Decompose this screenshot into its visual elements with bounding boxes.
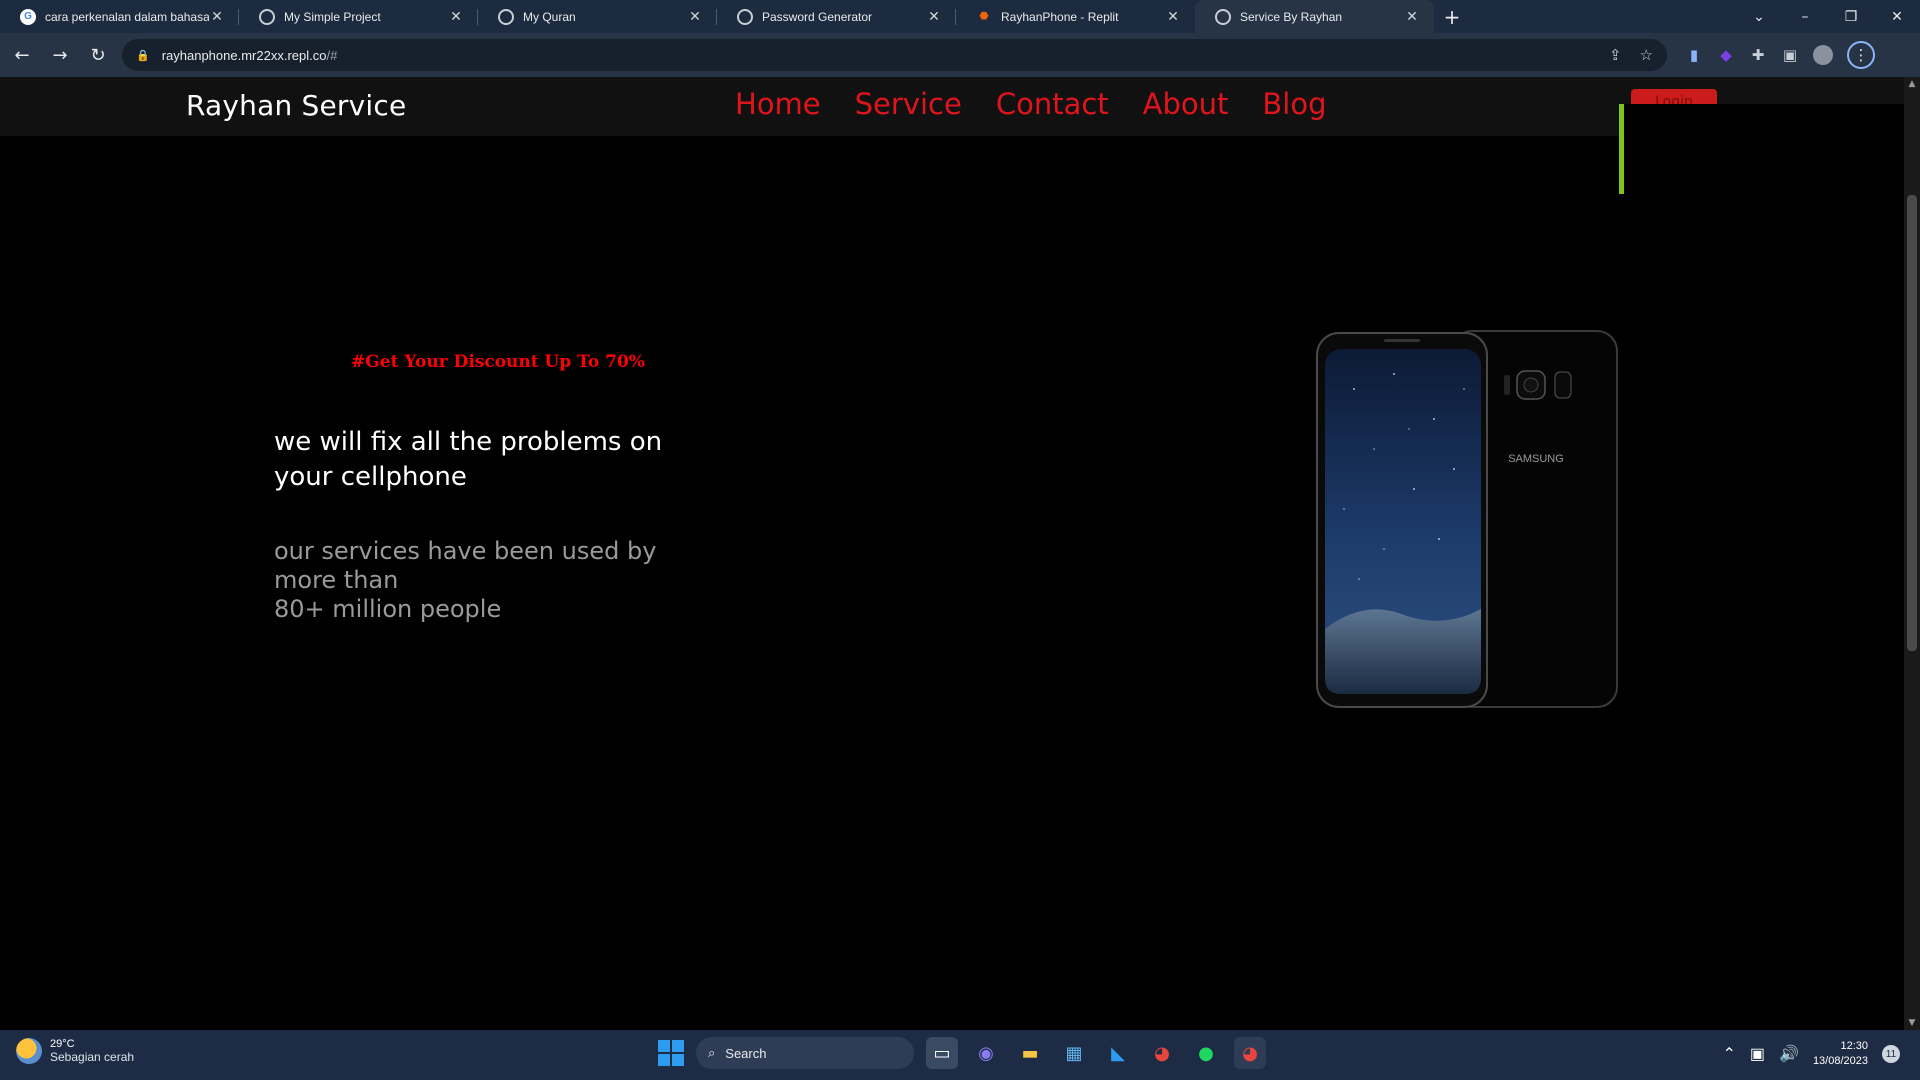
close-tab-icon[interactable]: ✕ — [1404, 8, 1420, 25]
nav-link-contact[interactable]: Contact — [996, 87, 1109, 121]
nav-link-service[interactable]: Service — [855, 87, 962, 121]
file-explorer-icon[interactable]: ▬ — [1014, 1037, 1046, 1069]
system-tray: ⌃ ▣ 🔊 12:30 13/08/2023 11 — [1722, 1039, 1900, 1069]
forward-button[interactable]: → — [44, 39, 76, 71]
close-tab-icon[interactable]: ✕ — [448, 8, 464, 25]
scroll-up-icon[interactable]: ▲ — [1907, 79, 1917, 89]
overlay-panel — [1619, 104, 1904, 200]
phone-brand-label: SAMSUNG — [1508, 453, 1564, 465]
browser-tab[interactable]: ⬣ RayhanPhone - Replit ✕ — [956, 0, 1195, 33]
replit-icon: ⬣ — [979, 11, 989, 22]
nav-link-about[interactable]: About — [1143, 87, 1229, 121]
browser-tab-bar: G cara perkenalan dalam bahasa in ✕ My S… — [0, 0, 1920, 33]
browser-tab[interactable]: G cara perkenalan dalam bahasa in ✕ — [0, 0, 239, 33]
browser-tab[interactable]: Password Generator ✕ — [717, 0, 956, 33]
hero-subtext-line: our services have been used by more than — [274, 537, 657, 594]
search-icon: ⌕ — [708, 1045, 716, 1060]
os-taskbar: 29°C Sebagian cerah ⌕ Search ▭ ◉ ▬ ▦ ◣ ◕… — [0, 1030, 1920, 1080]
url-host: rayhanphone.mr22xx.repl.co — [161, 47, 327, 63]
tab-title: RayhanPhone - Replit — [1001, 9, 1119, 24]
browser-toolbar: ← → ↻ 🔒 rayhanphone.mr22xx.repl.co/# ⇪ ☆… — [0, 33, 1920, 77]
restore-button[interactable]: ❐ — [1828, 0, 1874, 33]
browser-tab[interactable]: My Simple Project ✕ — [239, 0, 478, 33]
site-menu: Home Service Contact About Blog — [735, 87, 1327, 121]
menu-icon[interactable]: ⋮ — [1847, 41, 1875, 69]
globe-icon — [737, 8, 753, 25]
clock-date: 13/08/2023 — [1812, 1055, 1868, 1067]
weather-desc: Sebagian cerah — [50, 1050, 135, 1064]
task-view-icon[interactable]: ▭ — [926, 1037, 958, 1069]
globe-icon — [1215, 8, 1231, 25]
globe-icon — [498, 8, 514, 25]
browser-tab[interactable]: My Quran ✕ — [478, 0, 717, 33]
puzzle-icon[interactable]: ✚ — [1749, 46, 1767, 64]
bookmark-star-icon[interactable]: ☆ — [1640, 46, 1653, 64]
volume-icon[interactable]: 🔊 — [1779, 1044, 1799, 1064]
browser-tab-active[interactable]: Service By Rayhan ✕ — [1195, 0, 1434, 33]
extension-icon[interactable]: ▮ — [1685, 46, 1703, 64]
chrome-icon[interactable]: ◕ — [1146, 1037, 1178, 1069]
weather-icon — [16, 1038, 42, 1064]
search-placeholder: Search — [725, 1045, 767, 1061]
hero-headline: we will fix all the problems on your cel… — [274, 427, 663, 492]
notification-badge[interactable]: 11 — [1882, 1045, 1900, 1063]
close-window-button[interactable]: ✕ — [1874, 0, 1920, 33]
address-bar[interactable]: 🔒 rayhanphone.mr22xx.repl.co/# ⇪ ☆ — [122, 39, 1667, 71]
window-controls: ⌄ – ❐ ✕ — [1736, 0, 1920, 33]
close-tab-icon[interactable]: ✕ — [687, 8, 703, 25]
tab-search-icon[interactable]: ⌄ — [1736, 0, 1782, 33]
tab-title: My Quran — [523, 9, 576, 24]
hero-subtext-line: 80+ million people — [274, 595, 502, 623]
spotify-icon[interactable]: ● — [1190, 1037, 1222, 1069]
nav-link-blog[interactable]: Blog — [1262, 87, 1326, 121]
back-button[interactable]: ← — [6, 39, 38, 71]
page-scrollbar[interactable]: ▲ ▼ — [1904, 77, 1920, 1030]
url-path: /# — [326, 47, 338, 63]
teams-chat-icon[interactable]: ◉ — [970, 1037, 1002, 1069]
web-page: Rayhan Service Home Service Contact Abou… — [0, 77, 1904, 1030]
clock-time: 12:30 — [1840, 1040, 1868, 1052]
accent-bar — [1619, 104, 1624, 194]
close-tab-icon[interactable]: ✕ — [1165, 8, 1181, 25]
tab-title: My Simple Project — [284, 9, 381, 24]
tab-title: Password Generator — [762, 9, 873, 24]
network-icon[interactable]: ▣ — [1750, 1044, 1765, 1064]
close-tab-icon[interactable]: ✕ — [209, 8, 225, 25]
taskbar-search[interactable]: ⌕ Search — [696, 1037, 914, 1069]
reload-button[interactable]: ↻ — [82, 39, 114, 71]
globe-icon — [259, 8, 275, 25]
minimize-button[interactable]: – — [1782, 0, 1828, 33]
weather-widget[interactable]: 29°C Sebagian cerah — [16, 1038, 134, 1064]
tab-title: cara perkenalan dalam bahasa in — [45, 9, 209, 24]
chevron-up-icon[interactable]: ⌃ — [1722, 1044, 1735, 1064]
google-icon: G — [20, 8, 36, 25]
scrollbar-thumb[interactable] — [1907, 195, 1917, 651]
nav-link-home[interactable]: Home — [735, 87, 821, 121]
store-icon[interactable]: ▦ — [1058, 1037, 1090, 1069]
new-tab-button[interactable]: + — [1434, 0, 1470, 33]
extension-icon[interactable]: ◆ — [1717, 46, 1735, 64]
lock-icon[interactable]: 🔒 — [136, 49, 150, 62]
hero-subtext: our services have been used by more than… — [274, 537, 694, 624]
share-icon[interactable]: ⇪ — [1609, 46, 1622, 64]
tab-title: Service By Rayhan — [1240, 9, 1343, 24]
chrome-profile-icon[interactable]: ◕ — [1234, 1037, 1266, 1069]
scroll-down-icon[interactable]: ▼ — [1907, 1018, 1917, 1028]
start-button[interactable] — [658, 1040, 684, 1066]
clock[interactable]: 12:30 13/08/2023 — [1813, 1039, 1868, 1069]
profile-avatar[interactable] — [1813, 45, 1833, 65]
promo-text: #Get Your Discount Up To 70% — [351, 352, 645, 372]
weather-temp: 29°C — [50, 1038, 75, 1050]
side-panel-icon[interactable]: ▣ — [1781, 46, 1799, 64]
site-brand[interactable]: Rayhan Service — [186, 89, 406, 122]
close-tab-icon[interactable]: ✕ — [926, 8, 942, 25]
phone-image: SAMSUNG — [1314, 329, 1619, 709]
vscode-icon[interactable]: ◣ — [1102, 1037, 1134, 1069]
